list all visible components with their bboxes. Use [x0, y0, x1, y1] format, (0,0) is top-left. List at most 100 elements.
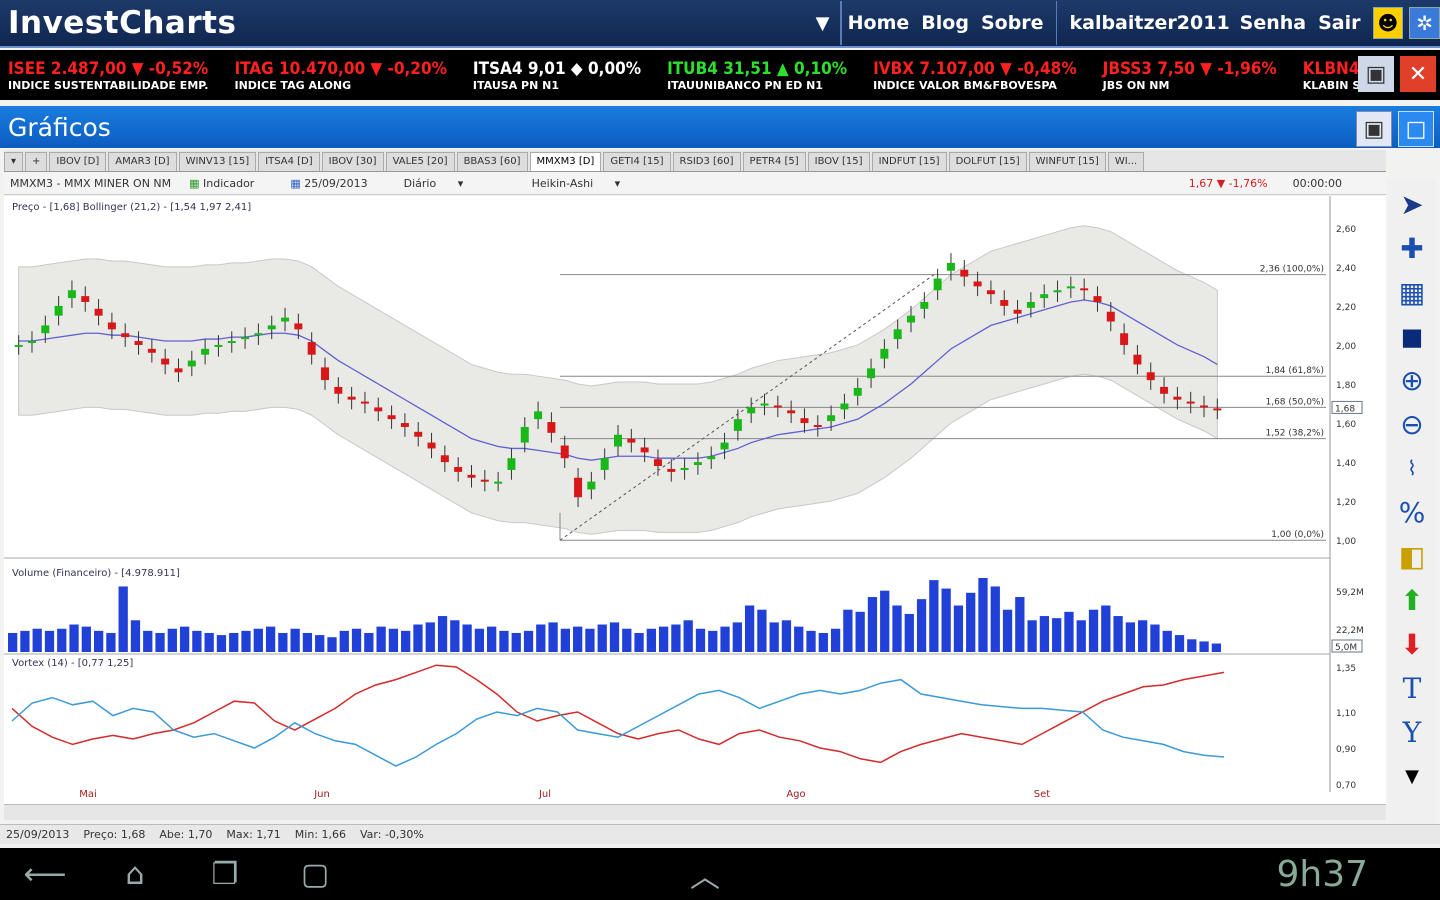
candle [960, 269, 969, 277]
blog-link[interactable]: Blog [915, 12, 975, 34]
tab-ibov-30-[interactable]: IBOV [30] [321, 152, 384, 171]
chevron-down-icon[interactable]: ▼ [805, 1, 840, 45]
horizontal-scrollbar[interactable] [4, 804, 1386, 820]
y-icon[interactable]: Y [1392, 714, 1432, 750]
tab-itsa4-d-[interactable]: ITSA4 [D] [258, 152, 320, 171]
period-select[interactable]: Diário ▾ [404, 177, 514, 190]
close-icon[interactable]: ✕ [1400, 56, 1436, 92]
recent-apps-icon[interactable]: ❐ [180, 857, 270, 892]
arrow-down-icon[interactable]: ⬇ [1392, 626, 1432, 662]
home-link[interactable]: Home [842, 12, 916, 34]
style-select[interactable]: Heikin-Ashi ▾ [532, 177, 621, 190]
fibonacci-icon[interactable]: ⌇ [1392, 450, 1432, 486]
tab-petr4-5-[interactable]: PETR4 [5] [742, 152, 806, 171]
ticker-item[interactable]: ISEE 2.487,00 ▼ -0,52% INDICE SUSTENTABIL… [0, 53, 208, 97]
volume-bar [155, 632, 165, 652]
candle [986, 290, 995, 295]
calendar-icon[interactable]: ▦ [1392, 274, 1432, 310]
tab-rsid3-60-[interactable]: RSID3 [60] [672, 152, 741, 171]
tab-ibov-d-[interactable]: IBOV [D] [49, 152, 107, 171]
tab-ibov-15-[interactable]: IBOV [15] [807, 152, 870, 171]
volume-bar [892, 605, 902, 652]
folder-icon[interactable]: ▣ [1356, 111, 1392, 147]
candle [1040, 294, 1049, 299]
price-panel-label: Preço - [1,68] Bollinger (21,2) - [1,54 … [12, 202, 251, 213]
tab-wi-[interactable]: WI... [1107, 152, 1145, 171]
logout-link[interactable]: Sair [1312, 12, 1366, 34]
period-value: Diário [403, 177, 437, 190]
volume-bar [216, 635, 227, 652]
candle [494, 481, 503, 484]
x-tick-label: Jun [313, 789, 330, 800]
ticker-item[interactable]: JBSS3 7,50 ▼ -1,96% JBS ON NM [1095, 53, 1277, 97]
crosshair-icon[interactable]: ✚ [1392, 230, 1432, 266]
screenshot-icon[interactable]: ▢ [270, 857, 360, 892]
volume-bar [1039, 616, 1050, 652]
candle [294, 323, 303, 330]
username-link[interactable]: kalbaitzer2011 [1057, 12, 1233, 34]
tab-mmxm3-d-[interactable]: MMXM3 [D] [529, 152, 602, 171]
tab-add-button[interactable]: + [25, 152, 48, 171]
pointer-icon[interactable]: ➤ [1392, 186, 1432, 222]
x-tick-label: Jul [538, 789, 551, 800]
tab-dolfut-15-[interactable]: DOLFUT [15] [948, 152, 1027, 171]
volume-bar [462, 624, 472, 652]
candle [440, 455, 449, 463]
arrow-up-icon[interactable]: ⬆ [1392, 582, 1432, 618]
text-icon[interactable]: T [1392, 670, 1432, 706]
zoom-in-icon[interactable]: ⊕ [1392, 362, 1432, 398]
back-icon[interactable]: ⟵ [0, 857, 90, 892]
volume-bar [1088, 609, 1099, 652]
password-link[interactable]: Senha [1234, 12, 1312, 34]
zoom-out-icon[interactable]: ⊖ [1392, 406, 1432, 442]
tab-vale5-20-[interactable]: VALE5 [20] [385, 152, 455, 171]
about-link[interactable]: Sobre [975, 12, 1050, 34]
candle [1093, 296, 1102, 302]
volume-bar [585, 628, 595, 652]
candle [707, 456, 716, 460]
chart-svg[interactable]: Preço - [1,68] Bollinger (21,2) - [1,54 … [4, 196, 1386, 804]
user-avatar-icon[interactable]: ☻ [1372, 7, 1404, 39]
candle [867, 368, 876, 379]
tab-winfut-15-[interactable]: WINFUT [15] [1028, 152, 1106, 171]
percent-icon[interactable]: % [1392, 494, 1432, 530]
candle [720, 442, 729, 450]
volume-bar [757, 609, 767, 652]
tab-bbas3-60-[interactable]: BBAS3 [60] [456, 152, 528, 171]
ticker-item[interactable]: IVBX 7.107,00 ▼ -0,48% INDICE VALOR BM&FB… [865, 53, 1077, 97]
tab-amar3-d-[interactable]: AMAR3 [D] [108, 152, 177, 171]
indicator-button[interactable]: ▦ Indicador [189, 177, 272, 190]
tab-menu-button[interactable]: ▾ [4, 152, 24, 171]
volume-bar [143, 630, 153, 652]
chart-area[interactable]: Preço - [1,68] Bollinger (21,2) - [1,54 … [4, 196, 1386, 816]
volume-bar [744, 605, 755, 652]
volume-bar [179, 626, 190, 652]
gear-icon[interactable]: ✲ [1409, 7, 1440, 39]
candle [161, 358, 170, 365]
candle [347, 396, 356, 400]
eraser-icon[interactable]: ◧ [1392, 538, 1432, 574]
menu-up-icon[interactable]: ︿ [660, 852, 750, 896]
folder-icon[interactable]: ▣ [1358, 56, 1394, 92]
candle [1026, 301, 1035, 308]
ticker-item[interactable]: ITAG 10.470,00 ▼ -0,20% INDICE TAG ALONG [226, 53, 446, 97]
tab-indfut-15-[interactable]: INDFUT [15] [871, 152, 947, 171]
volume-bar [204, 632, 214, 652]
date-button[interactable]: ▦ 25/09/2013 [290, 177, 385, 190]
candle [520, 426, 529, 443]
ticker-item[interactable]: KLBN4 KLABIN S/ [1295, 53, 1365, 97]
ticker-item[interactable]: ITUB4 31,51 ▲ 0,10% ITAUUNIBANCO PN ED N1 [659, 53, 847, 97]
app-logo[interactable]: InvestCharts [0, 5, 805, 41]
symbol-label[interactable]: MMXM3 - MMX MINER ON NM [10, 177, 171, 190]
more-down-icon[interactable]: ▼ [1392, 758, 1432, 794]
tab-geti4-15-[interactable]: GETI4 [15] [603, 152, 671, 171]
volume-bar [1211, 643, 1221, 652]
ticker-item[interactable]: ITSA4 9,01 ◆ 0,00% ITAUSA PN N1 [465, 53, 641, 97]
maximize-icon[interactable]: □ [1398, 111, 1434, 147]
status-bar: 25/09/2013 Preço: 1,68 Abe: 1,70 Max: 1,… [0, 824, 1440, 844]
chart-tabs: ▾ + IBOV [D] AMAR3 [D] WINV13 [15] ITSA4 [D] I… [4, 150, 1386, 172]
candle [400, 423, 409, 427]
save-icon[interactable]: ◼ [1392, 318, 1432, 354]
home-icon[interactable]: ⌂ [90, 857, 180, 892]
tab-winv13-15-[interactable]: WINV13 [15] [178, 152, 257, 171]
